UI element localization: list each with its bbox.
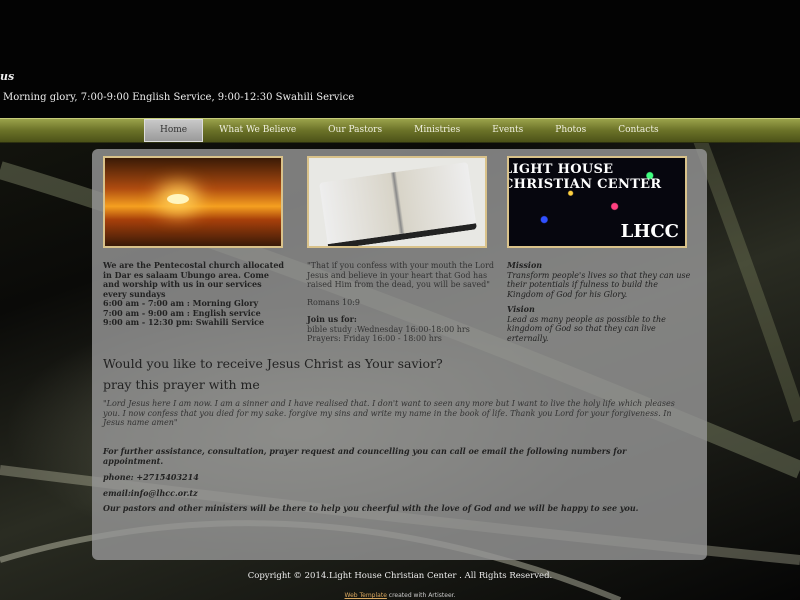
prayer-intro: pray this prayer with me [103,377,260,392]
church-intro: We are the Pentecostal church allocated … [103,260,284,299]
nav-item-events[interactable]: Events [476,119,539,142]
join-title: Join us for: [307,314,357,324]
prayer-text: "Lord Jesus here I am now. I am a sinner… [103,399,675,427]
nav-item-photos[interactable]: Photos [539,119,602,142]
phone-number: phone: +2715403214 [103,472,199,482]
nav-item-ministries[interactable]: Ministries [398,119,476,142]
footer-credit: Web Template created with Artisteer. [0,592,800,599]
lhcc-logo-text: LHCC [620,221,679,242]
lhcc-banner-text: LIGHT HOUSE CHRISTIAN CENTER [507,162,662,192]
vision-text: Lead as many people as possible to the k… [507,314,666,343]
email-address[interactable]: email:info@lhcc.or.tz [103,488,688,499]
header-bar: us Morning glory, 7:00-9:00 English Serv… [0,0,800,118]
credit-suffix: created with Artisteer. [386,592,456,599]
mission-text: Transform people's lives so that they ca… [507,270,691,299]
nav-item-what-we-believe[interactable]: What We Believe [203,119,312,142]
nav-bar: Home What We Believe Our Pastors Ministr… [0,118,800,143]
join-item: bible study :Wednesday 16:00-18:00 hrs [307,324,470,334]
nav-item-home[interactable]: Home [144,119,204,142]
bible-verse: "That if you confess with your mouth the… [307,261,495,289]
verse-reference: Romans 10:9 [307,297,360,307]
footer-copyright: Copyright © 2014.Light House Christian C… [247,571,553,581]
sun-glow [167,194,189,204]
verse-column: "That if you confess with your mouth the… [307,261,497,344]
sunset-image [103,156,283,248]
mission-title: Mission [507,260,543,270]
assistance-text: For further assistance, consultation, pr… [103,446,627,466]
salvation-question: Would you like to receive Jesus Christ a… [103,356,443,371]
bible-image [307,156,487,248]
lhcc-banner-image: LIGHT HOUSE CHRISTIAN CENTER LHCC [507,156,687,248]
closing-text: Our pastors and other ministers will be … [103,503,639,513]
header-schedule: Morning glory, 7:00-9:00 English Service… [3,92,355,103]
main-content-panel: LIGHT HOUSE CHRISTIAN CENTER LHCC We are… [92,149,707,560]
header-title: us [0,70,15,83]
join-item: Prayers: Friday 16:00 - 18:00 hrs [307,334,442,343]
schedule-line: 9:00 am - 12:30 pm: Swahili Service [103,317,265,327]
web-template-link[interactable]: Web Template [345,592,387,599]
mission-column: Mission Transform people's lives so that… [507,260,692,343]
nav-item-contacts[interactable]: Contacts [602,119,674,142]
nav-item-our-pastors[interactable]: Our Pastors [312,119,398,142]
services-column: We are the Pentecostal church allocated … [103,260,288,328]
open-book-shape [318,161,478,246]
vision-title: Vision [507,304,535,314]
